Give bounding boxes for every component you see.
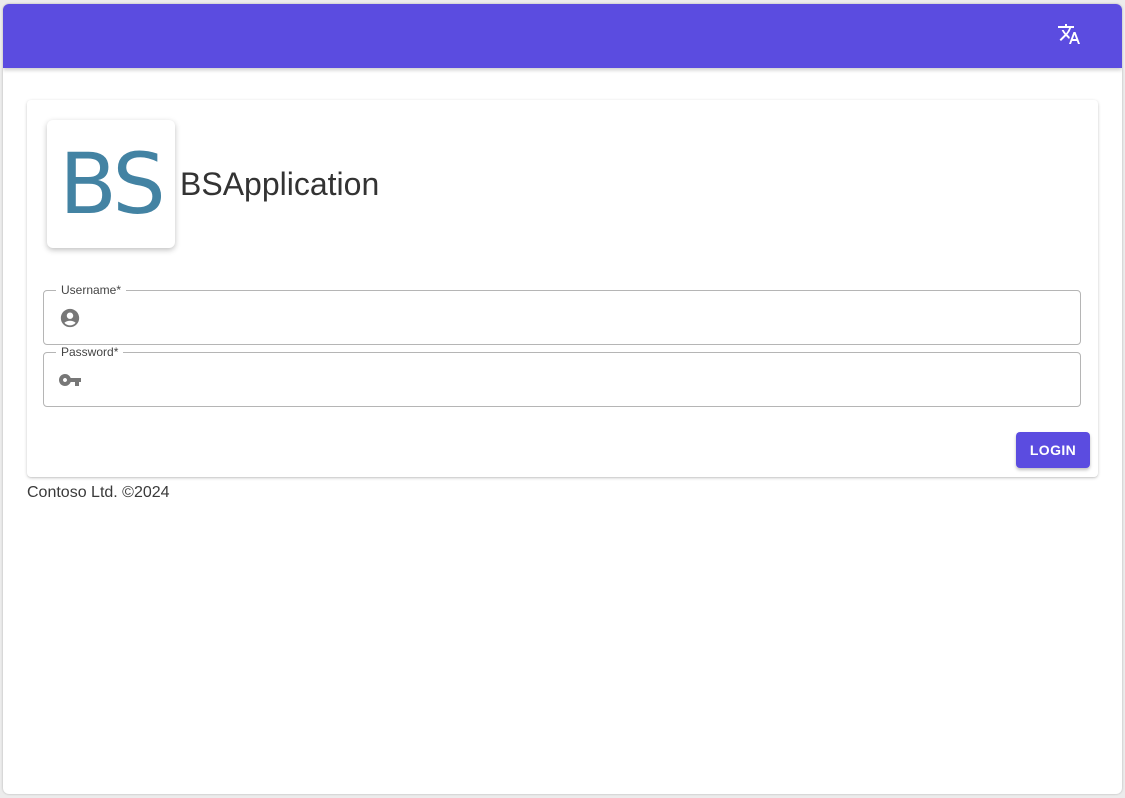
password-label: Password* [56, 345, 124, 359]
username-field[interactable]: Username* [43, 283, 1081, 345]
username-input[interactable] [92, 299, 1066, 339]
login-card: BS BSApplication Username* Password* LOG… [27, 100, 1098, 477]
app-window: BS BSApplication Username* Password* LOG… [3, 4, 1122, 794]
translate-icon [1057, 22, 1081, 51]
username-label: Username* [56, 283, 127, 297]
app-logo: BS [47, 120, 175, 248]
account-circle-icon [58, 307, 82, 329]
footer-copyright: Contoso Ltd. ©2024 [27, 484, 170, 501]
key-icon [58, 369, 82, 391]
app-title: BSApplication [180, 166, 380, 202]
language-button[interactable] [1051, 18, 1087, 54]
password-input[interactable] [92, 361, 1066, 401]
logo-text: BS [59, 135, 165, 233]
app-bar [3, 4, 1122, 68]
password-field[interactable]: Password* [43, 345, 1081, 407]
login-button[interactable]: LOGIN [1016, 432, 1090, 468]
